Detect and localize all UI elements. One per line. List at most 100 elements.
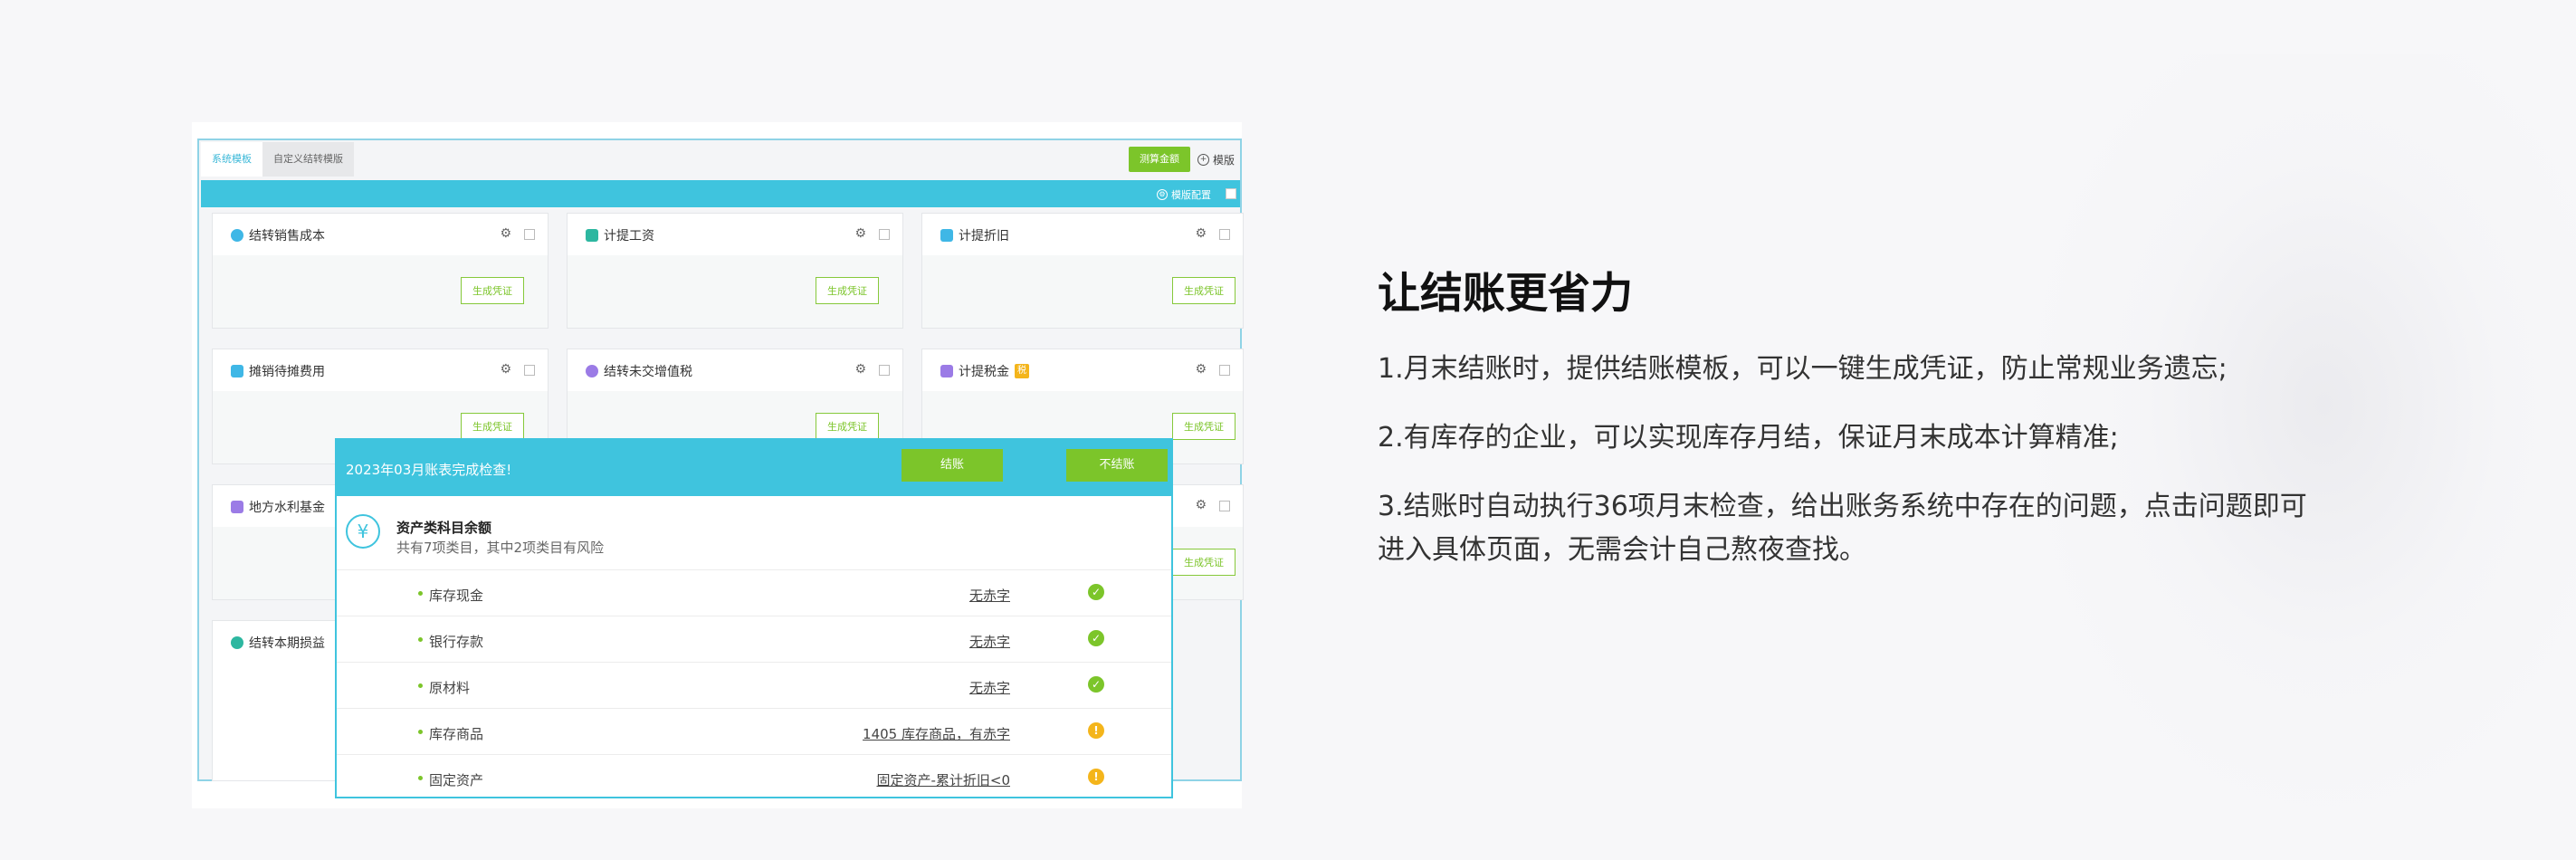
row-name: 银行存款 (429, 634, 484, 650)
row-name: 库存现金 (429, 588, 484, 604)
grid-icon (231, 501, 243, 513)
check-ok-icon: ✓ (1088, 630, 1104, 646)
card-title-label: 结转未交增值税 (604, 365, 692, 379)
generate-voucher-button[interactable]: 生成凭证 (1172, 277, 1236, 304)
row-value-link[interactable]: 无赤字 (969, 632, 1010, 651)
warning-icon: ! (1088, 722, 1104, 739)
gear-icon[interactable]: ⚙ (854, 226, 866, 241)
calculate-amount-button[interactable]: 测算金额 (1128, 147, 1190, 172)
card-title-label: 结转销售成本 (249, 229, 325, 244)
template-card: 计提工资 ⚙ 生成凭证 (567, 213, 903, 329)
card-title: 结转未交增值税 (586, 362, 692, 380)
card-body: 生成凭证 (922, 255, 1243, 328)
money-bag-icon (586, 365, 598, 377)
card-checkbox[interactable] (879, 229, 890, 240)
config-bar: ⚙ 模版配置 (201, 180, 1240, 207)
close-account-button[interactable]: 结账 (902, 449, 1003, 482)
card-title: 摊销待摊费用 (231, 362, 325, 380)
card-checkbox[interactable] (524, 229, 535, 240)
bullet-icon (418, 730, 423, 734)
row-name: 固定资产 (429, 772, 484, 788)
grid-icon (231, 365, 243, 377)
template-tabs: 系统模板 自定义结转模版 (201, 142, 354, 177)
gear-icon[interactable]: ⚙ (1195, 226, 1207, 241)
check-ok-icon: ✓ (1088, 676, 1104, 693)
money-bag-icon (231, 636, 243, 649)
generate-voucher-button[interactable]: 生成凭证 (461, 413, 524, 440)
doc-icon (940, 229, 953, 242)
row-name: 库存商品 (429, 726, 484, 742)
feature-point: 进入具体页面，无需会计自己熬夜查找。 (1378, 534, 1866, 566)
feature-point: 3.结账时自动执行36项月末检查，给出账务系统中存在的问题，点击问题即可 (1378, 491, 2307, 522)
card-checkbox[interactable] (1219, 501, 1230, 511)
plus-circle-icon: + (1197, 153, 1209, 166)
card-title: 地方水利基金 (231, 498, 325, 516)
feature-description: 让结账更省力 1.月末结账时，提供结账模板，可以一键生成凭证，防止常规业务遗忘;… (1378, 258, 2373, 572)
gear-icon[interactable]: ⚙ (1195, 362, 1207, 377)
card-checkbox[interactable] (879, 365, 890, 376)
bullet-icon (418, 591, 423, 596)
row-value-link[interactable]: 无赤字 (969, 678, 1010, 697)
warning-icon: ! (1088, 769, 1104, 785)
card-title-label: 地方水利基金 (249, 501, 325, 515)
gear-icon[interactable]: ⚙ (854, 362, 866, 377)
card-title-label: 结转本期损益 (249, 636, 325, 651)
bullet-icon (418, 637, 423, 642)
product-screenshot: 系统模板 自定义结转模版 测算金额 + 模版 ⚙ 模版配置 结转销售成本 ⚙ 生… (192, 122, 1244, 808)
card-title: 结转本期损益 (231, 634, 325, 652)
stack-icon (940, 365, 953, 377)
feature-point: 2.有库存的企业，可以实现库存月结，保证月末成本计算精准; (1378, 422, 2119, 454)
card-title: 计提税金 税 (940, 362, 1029, 380)
template-link-label: 模版 (1212, 153, 1235, 167)
bullet-icon (418, 683, 423, 688)
template-config-label: 模版配置 (1171, 189, 1211, 201)
card-body: 生成凭证 (568, 255, 902, 328)
feature-heading: 让结账更省力 (1378, 269, 1633, 319)
dialog-header: 2023年03月账表完成检查! 结账 不结账 (337, 440, 1171, 496)
card-title-label: 计提税金 (959, 365, 1009, 379)
money-bag-icon (231, 229, 243, 242)
generate-voucher-button[interactable]: 生成凭证 (461, 277, 524, 304)
skip-close-button[interactable]: 不结账 (1066, 449, 1168, 482)
template-card: 结转销售成本 ⚙ 生成凭证 (212, 213, 549, 329)
card-body: 生成凭证 (213, 255, 548, 328)
card-checkbox[interactable] (524, 365, 535, 376)
card-title-label: 摊销待摊费用 (249, 365, 325, 379)
select-all-checkbox[interactable] (1226, 188, 1236, 199)
card-title: 结转销售成本 (231, 226, 325, 244)
generate-voucher-button[interactable]: 生成凭证 (816, 277, 879, 304)
check-row: 银行存款 无赤字 ✓ (337, 616, 1171, 663)
gear-icon[interactable]: ⚙ (1195, 498, 1207, 512)
section-title: 资产类科目余额 (396, 520, 492, 536)
feature-point: 1.月末结账时，提供结账模板，可以一键生成凭证，防止常规业务遗忘; (1378, 353, 2228, 385)
check-row: 固定资产 固定资产-累计折旧<0 ! (337, 755, 1171, 797)
generate-voucher-button[interactable]: 生成凭证 (816, 413, 879, 440)
header-actions: 测算金额 + 模版 (1128, 142, 1240, 177)
tab-custom-template[interactable]: 自定义结转模版 (262, 142, 354, 177)
card-checkbox[interactable] (1219, 365, 1230, 376)
card-title-label: 计提工资 (604, 229, 654, 244)
card-checkbox[interactable] (1219, 229, 1230, 240)
gear-icon[interactable]: ⚙ (500, 226, 511, 241)
template-config-link[interactable]: ⚙ 模版配置 (1157, 187, 1211, 202)
card-title: 计提工资 (586, 226, 654, 244)
tax-badge: 税 (1015, 364, 1029, 378)
row-value-link[interactable]: 无赤字 (969, 586, 1010, 605)
row-value-link[interactable]: 固定资产-累计折旧<0 (876, 770, 1010, 789)
row-value-link[interactable]: 1405 库存商品，有赤字 (863, 724, 1010, 743)
card-title-label: 计提折旧 (959, 229, 1009, 244)
generate-voucher-button[interactable]: 生成凭证 (1172, 549, 1236, 576)
check-ok-icon: ✓ (1088, 584, 1104, 600)
row-name: 原材料 (429, 680, 471, 696)
card-title: 计提折旧 (940, 226, 1009, 244)
bullet-icon (418, 776, 423, 780)
generate-voucher-button[interactable]: 生成凭证 (1172, 413, 1236, 440)
tab-system-template[interactable]: 系统模板 (201, 142, 262, 177)
check-row: 原材料 无赤字 ✓ (337, 663, 1171, 709)
gear-icon[interactable]: ⚙ (500, 362, 511, 377)
check-row: 库存商品 1405 库存商品，有赤字 ! (337, 709, 1171, 755)
doc-icon (586, 229, 598, 242)
asset-section-header: ¥ 资产类科目余额 共有7项类目，其中2项类目有风险 (337, 496, 1171, 570)
add-template-link[interactable]: + 模版 (1197, 152, 1240, 167)
dialog-title: 2023年03月账表完成检查! (346, 462, 512, 478)
